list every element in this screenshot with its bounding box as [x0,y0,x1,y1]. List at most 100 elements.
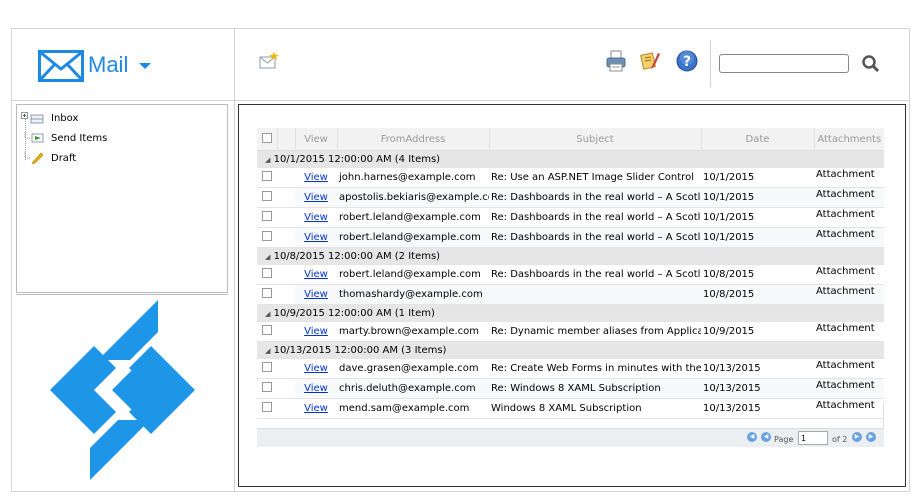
view-link[interactable]: View [304,172,328,183]
group-header[interactable]: ◢ 10/13/2015 12:00:00 AM (3 Items) [257,341,884,359]
print-icon[interactable] [606,50,626,72]
tree-item-label: Inbox [51,112,79,124]
view-link[interactable]: View [304,232,328,243]
last-page-icon[interactable]: ▶ [866,432,876,442]
row-checkbox[interactable] [262,325,272,335]
view-link[interactable]: View [304,363,328,374]
row-checkbox[interactable] [262,268,272,278]
compose-icon[interactable] [259,52,279,70]
table-row[interactable]: View robert.leland@example.com Re: Dashboa… [257,227,884,248]
first-page-icon[interactable]: ◀ [747,432,757,442]
collapse-icon[interactable]: ◢ [265,310,270,318]
attachment-cell[interactable]: Attachment [814,207,884,228]
row-select-cell[interactable] [257,358,277,379]
column-header-subject[interactable]: Subject [489,128,702,151]
spacer-cell [277,207,295,228]
from-cell: robert.leland@example.com [337,207,489,228]
view-link[interactable]: View [304,289,328,300]
date-cell: 10/1/2015 [701,167,814,188]
view-link[interactable]: View [304,383,328,394]
inbox-icon [21,112,44,124]
attachment-cell[interactable]: Attachment [814,187,884,208]
row-checkbox[interactable] [262,231,272,241]
prev-page-icon[interactable]: ◀ [761,432,771,442]
attachment-cell[interactable]: Attachment [814,264,884,285]
group-row[interactable]: ◢ 10/8/2015 12:00:00 AM (2 Items) [257,247,884,265]
column-header-date[interactable]: Date [701,128,815,151]
subject-cell: Re: Windows 8 XAML Subscription [489,378,701,399]
table-row[interactable]: View robert.leland@example.com Re: Dashboa… [257,207,884,228]
view-link[interactable]: View [304,269,328,280]
table-row[interactable]: View thomashardy@example.com 10/8/2015 Atta… [257,284,884,305]
spacer-cell [277,167,295,188]
row-select-cell[interactable] [257,207,277,228]
spacer-header [277,128,296,151]
tree-item-label: Draft [51,152,77,164]
table-row[interactable]: View dave.grasen@example.com Re: Create We… [257,358,884,379]
next-page-icon[interactable]: ▶ [852,432,862,442]
attachment-cell[interactable]: Attachment [814,227,884,248]
group-header[interactable]: ◢ 10/8/2015 12:00:00 AM (2 Items) [257,247,884,265]
subject-cell: Re: Dynamic member aliases from Applicat… [489,321,701,342]
spacer-cell [277,378,295,399]
toolbar-divider [710,40,711,87]
group-header[interactable]: ◢ 10/9/2015 12:00:00 AM (1 Item) [257,304,884,322]
group-row[interactable]: ◢ 10/9/2015 12:00:00 AM (1 Item) [257,304,884,322]
row-select-cell[interactable] [257,378,277,399]
search-input[interactable] [719,54,849,73]
table-row[interactable]: View chris.deluth@example.com Re: Windows … [257,378,884,399]
group-row[interactable]: ◢ 10/1/2015 12:00:00 AM (4 Items) [257,150,884,168]
row-checkbox[interactable] [262,288,272,298]
row-checkbox[interactable] [262,211,272,221]
column-header-view[interactable]: View [295,128,338,151]
table-row[interactable]: View apostolis.bekiaris@example.com Re: Da… [257,187,884,208]
attachment-cell[interactable]: Attachment [814,284,884,305]
select-all-checkbox[interactable] [261,132,272,143]
column-header-attachments[interactable]: Attachments [814,128,884,151]
tree-item-inbox[interactable]: Inbox [21,110,78,126]
row-checkbox[interactable] [262,382,272,392]
chevron-down-icon[interactable] [139,63,151,69]
tree-item-draft[interactable]: Draft [21,150,76,166]
page-number-input[interactable] [798,431,828,445]
row-select-cell[interactable] [257,321,277,342]
column-header-from[interactable]: FromAddress [337,128,490,151]
row-checkbox[interactable] [262,171,272,181]
group-header[interactable]: ◢ 10/1/2015 12:00:00 AM (4 Items) [257,150,884,168]
row-select-cell[interactable] [257,264,277,285]
attachment-cell[interactable]: Attachment [814,378,884,399]
row-select-cell[interactable] [257,167,277,188]
row-select-cell[interactable] [257,227,277,248]
subject-cell: Re: Dashboards in the real world – A Sco… [489,227,701,248]
collapse-icon[interactable]: ◢ [265,156,270,164]
grid-empty-area [257,402,884,428]
collapse-icon[interactable]: ◢ [265,347,270,355]
row-select-cell[interactable] [257,284,277,305]
help-icon[interactable]: ? [676,50,698,72]
svg-text:?: ? [683,54,691,70]
view-link[interactable]: View [304,192,328,203]
grid-body: ◢ 10/1/2015 12:00:00 AM (4 Items) View joh… [257,150,884,419]
edit-icon[interactable] [640,50,660,70]
from-cell: robert.leland@example.com [337,264,489,285]
row-checkbox[interactable] [262,362,272,372]
table-row[interactable]: View robert.leland@example.com Re: Dashboa… [257,264,884,285]
tree-item-send-items[interactable]: Send Items [21,130,107,146]
select-all-header[interactable] [257,128,278,151]
view-link[interactable]: View [304,212,328,223]
row-checkbox[interactable] [262,191,272,201]
attachment-cell[interactable]: Attachment [814,167,884,188]
mail-brand[interactable]: Mail [11,28,235,101]
attachment-cell[interactable]: Attachment [814,321,884,342]
table-row[interactable]: View john.harnes@example.com Re: Use an AS… [257,167,884,188]
from-cell: dave.grasen@example.com [337,358,489,379]
search-icon[interactable] [861,54,881,74]
attachment-cell[interactable]: Attachment [814,358,884,379]
row-select-cell[interactable] [257,187,277,208]
table-row[interactable]: View marty.brown@example.com Re: Dynamic m… [257,321,884,342]
subject-cell: Re: Dashboards in the real world – A Sco… [489,187,701,208]
view-link[interactable]: View [304,326,328,337]
group-row[interactable]: ◢ 10/13/2015 12:00:00 AM (3 Items) [257,341,884,359]
collapse-icon[interactable]: ◢ [265,253,270,261]
tree-bottom-divider [16,294,228,295]
